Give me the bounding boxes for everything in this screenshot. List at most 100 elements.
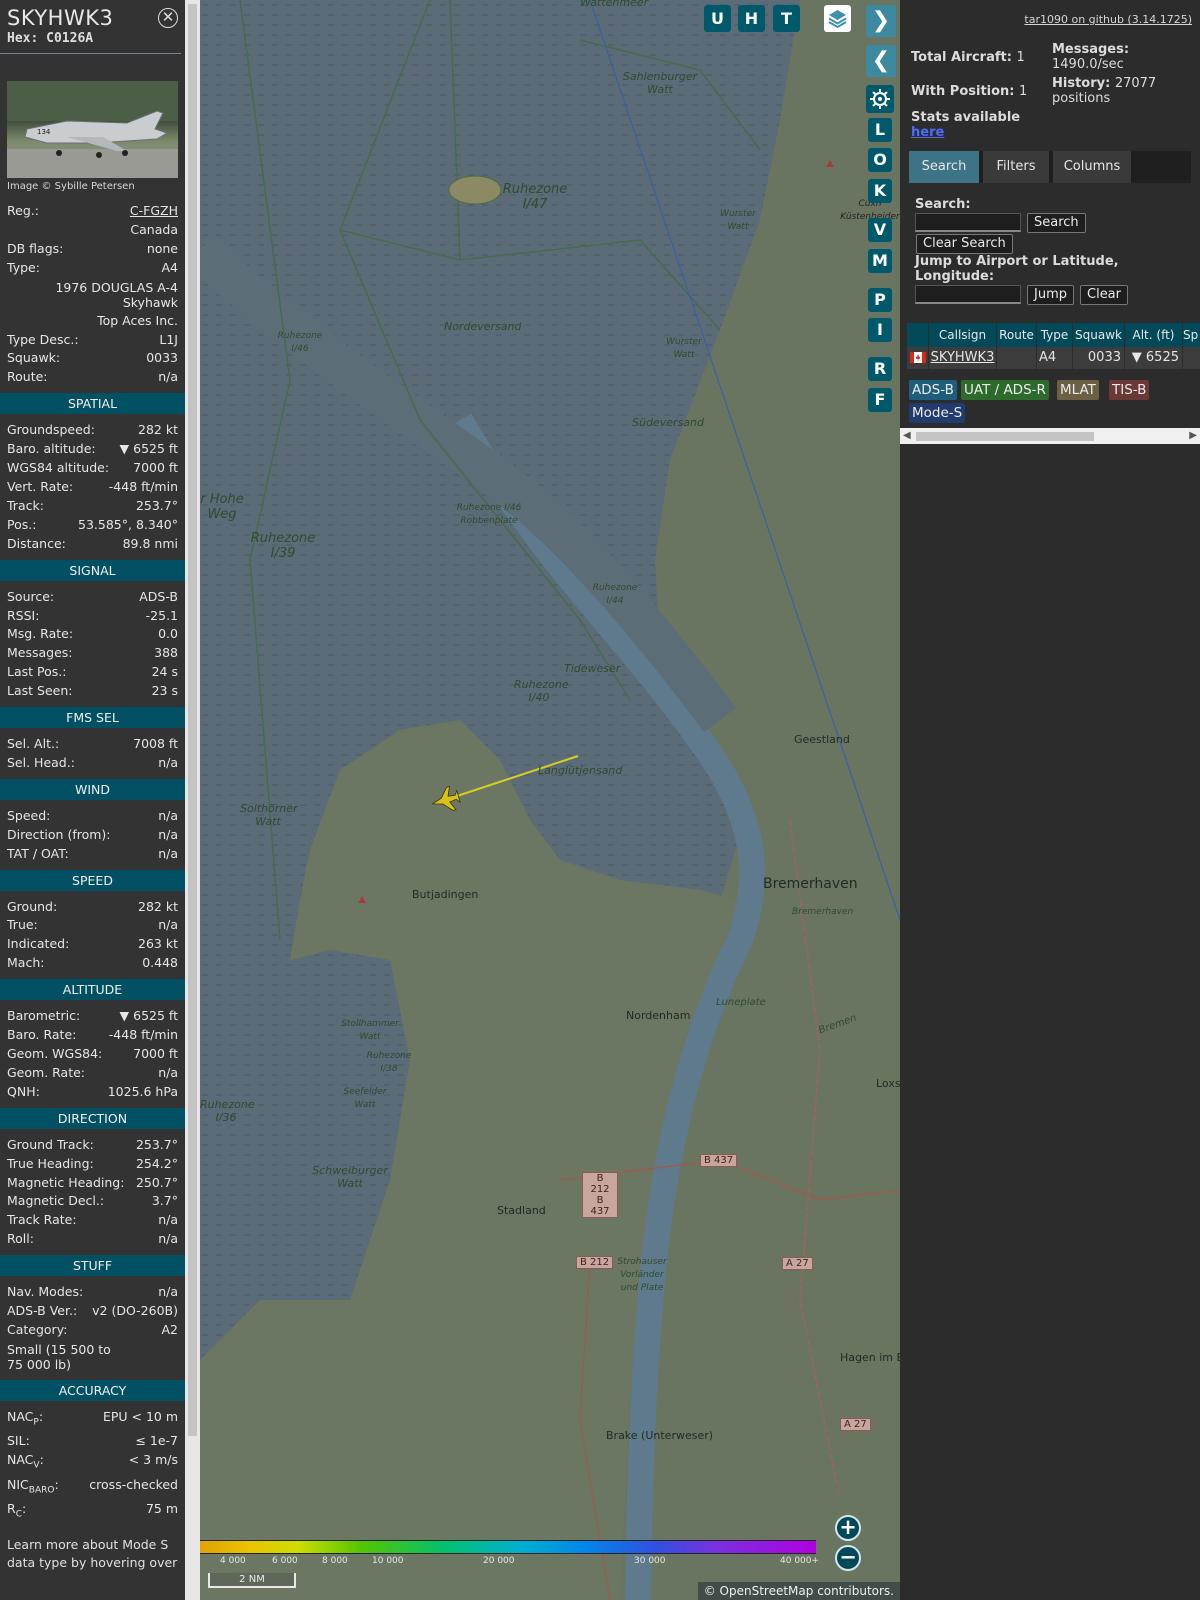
table-row-flag[interactable]: [907, 347, 928, 369]
stats-link[interactable]: here: [911, 125, 944, 140]
table-row-callsign[interactable]: SKYHWK3: [929, 347, 996, 369]
table-row-altitude[interactable]: ▼ 6525: [1125, 347, 1182, 369]
column-altitude[interactable]: Alt. (ft): [1125, 323, 1182, 347]
spatial-row-baro-altitude: Baro. altitude: ▼ 6525 ft: [0, 440, 185, 459]
label-text: QNH:: [7, 1083, 40, 1099]
section-spatial[interactable]: SPATIAL: [0, 393, 185, 415]
label-text: True:: [7, 917, 38, 933]
altitude-rows: Barometric: ▼ 6525 ft Baro. Rate: -448 ft/m…: [0, 1007, 185, 1102]
toggle-p-button[interactable]: P: [868, 288, 892, 312]
route-row: Route: n/a: [0, 368, 185, 387]
clear-button[interactable]: Clear: [1080, 285, 1128, 305]
altitude-row-geom-wgs84: Geom. WGS84: 7000 ft: [0, 1045, 185, 1064]
altitude-label: Geom. WGS84:: [7, 1045, 102, 1064]
search-input[interactable]: [915, 213, 1021, 232]
zoom-out-button[interactable]: −: [835, 1545, 861, 1571]
collapse-left-button[interactable]: ❮: [866, 45, 896, 77]
aircraft-photo[interactable]: 134: [7, 81, 178, 178]
type-full-row: 1976 DOUGLAS A-4 Skyhawk: [0, 278, 185, 312]
table-row-route[interactable]: [997, 347, 1036, 369]
column-flag[interactable]: [907, 323, 928, 347]
tab-filters[interactable]: Filters: [983, 151, 1049, 183]
sidebar-scrollbar[interactable]: [185, 0, 200, 1600]
toggle-k-button[interactable]: K: [868, 179, 892, 203]
toggle-v-button[interactable]: V: [868, 218, 892, 242]
toggle-u-button[interactable]: U: [704, 5, 731, 32]
wind-row-direction-from: Direction (from): n/a: [0, 826, 185, 845]
column-squawk[interactable]: Squawk: [1073, 323, 1124, 347]
section-accuracy[interactable]: ACCURACY: [0, 1379, 185, 1401]
toggle-o-button[interactable]: O: [868, 148, 892, 172]
section-direction[interactable]: DIRECTION: [0, 1107, 185, 1129]
tab-search[interactable]: Search: [909, 151, 979, 183]
accuracy-row-rc: RC: 75 m: [0, 1500, 185, 1524]
toggle-t-button[interactable]: T: [773, 5, 800, 32]
wind-label: Speed:: [7, 807, 50, 826]
column-speed[interactable]: Sp: [1183, 323, 1200, 347]
zoom-in-button[interactable]: +: [835, 1515, 861, 1541]
accuracy-value: cross-checked: [89, 1476, 178, 1492]
spatial-label: Baro. altitude:: [7, 440, 96, 459]
table-horizontal-scrollbar[interactable]: ◀ ▶: [900, 428, 1200, 444]
scrollbar-thumb[interactable]: [188, 4, 197, 1436]
altitude-value: 7000 ft: [133, 1046, 178, 1061]
scroll-left-icon[interactable]: ◀: [903, 430, 911, 441]
town-loxstedt: Loxs: [876, 1077, 900, 1090]
speed-value: n/a: [158, 917, 178, 933]
table-row-type[interactable]: A4: [1037, 347, 1072, 369]
altitude-tick: 6 000: [272, 1556, 298, 1566]
tab-columns[interactable]: Columns: [1053, 151, 1131, 183]
wind-label: Direction (from):: [7, 826, 111, 845]
toggle-l-button[interactable]: L: [868, 118, 892, 142]
settings-button[interactable]: [866, 85, 894, 113]
column-type[interactable]: Type: [1037, 323, 1072, 347]
label-text: NAC: [7, 1452, 34, 1468]
toggle-h-button[interactable]: H: [738, 5, 765, 32]
altitude-value: ▼ 6525 ft: [119, 1008, 178, 1024]
expand-right-button[interactable]: ❯: [866, 5, 896, 37]
column-callsign[interactable]: Callsign: [929, 323, 996, 347]
toggle-r-button[interactable]: R: [868, 357, 892, 381]
toggle-m-button[interactable]: M: [868, 249, 892, 273]
label-text: True Heading:: [7, 1155, 94, 1171]
column-route[interactable]: Route: [997, 323, 1036, 347]
toggle-i-button[interactable]: I: [868, 318, 892, 342]
spatial-rows: Groundspeed: 282 kt Baro. altitude: ▼ 6525 …: [0, 421, 185, 553]
scroll-right-icon[interactable]: ▶: [1189, 430, 1197, 441]
toggle-f-button[interactable]: F: [868, 388, 892, 412]
country: Canada: [130, 221, 178, 237]
table-row-squawk[interactable]: 0033: [1073, 347, 1124, 369]
clear-search-button[interactable]: Clear Search: [916, 234, 1013, 254]
registration-link[interactable]: C-FGZH: [130, 202, 178, 221]
section-speed[interactable]: SPEED: [0, 869, 185, 891]
reg-label: Reg.:: [7, 203, 39, 218]
wind-label: TAT / OAT:: [7, 845, 69, 864]
accuracy-row-nacv: NACV: < 3 m/s: [0, 1451, 185, 1475]
table-row-speed[interactable]: [1183, 347, 1200, 369]
section-wind[interactable]: WIND: [0, 778, 185, 800]
signal-label: Last Pos.:: [7, 663, 66, 682]
jump-button[interactable]: Jump: [1027, 285, 1074, 305]
version-link[interactable]: tar1090 on github (3.14.1725): [1024, 13, 1192, 26]
speed-row-true: True: n/a: [0, 916, 185, 935]
osm-link[interactable]: OpenStreetMap: [720, 1584, 814, 1598]
stuff-label: Category:: [7, 1321, 67, 1340]
chevron-left-icon: ❮: [871, 48, 891, 73]
direction-label: Magnetic Heading:: [7, 1174, 124, 1193]
search-button[interactable]: Search: [1027, 213, 1086, 233]
accuracy-rows: NACP: EPU < 10 m SIL: ≤ 1e-7 NACV: < 3 m/s NIC…: [0, 1408, 185, 1525]
section-altitude[interactable]: ALTITUDE: [0, 979, 185, 1001]
jump-input[interactable]: [915, 285, 1021, 304]
label-text: RSSI:: [7, 607, 40, 623]
scrollbar-thumb[interactable]: [916, 432, 1094, 441]
signal-row-last-seen: Last Seen: 23 s: [0, 682, 185, 701]
close-icon[interactable]: ✕: [158, 8, 178, 28]
section-stuff[interactable]: STUFF: [0, 1255, 185, 1277]
section-signal[interactable]: SIGNAL: [0, 559, 185, 581]
layers-button[interactable]: [824, 5, 851, 32]
town-geestland: Geestland: [794, 733, 850, 746]
route-value: n/a: [158, 369, 178, 385]
direction-row-magnetic-decl: Magnetic Decl.: 3.7°: [0, 1192, 185, 1211]
section-fms-sel[interactable]: FMS SEL: [0, 707, 185, 729]
map-view[interactable]: Wattenmeer Sahlenburger Watt Ruhezone I/…: [200, 0, 900, 1600]
